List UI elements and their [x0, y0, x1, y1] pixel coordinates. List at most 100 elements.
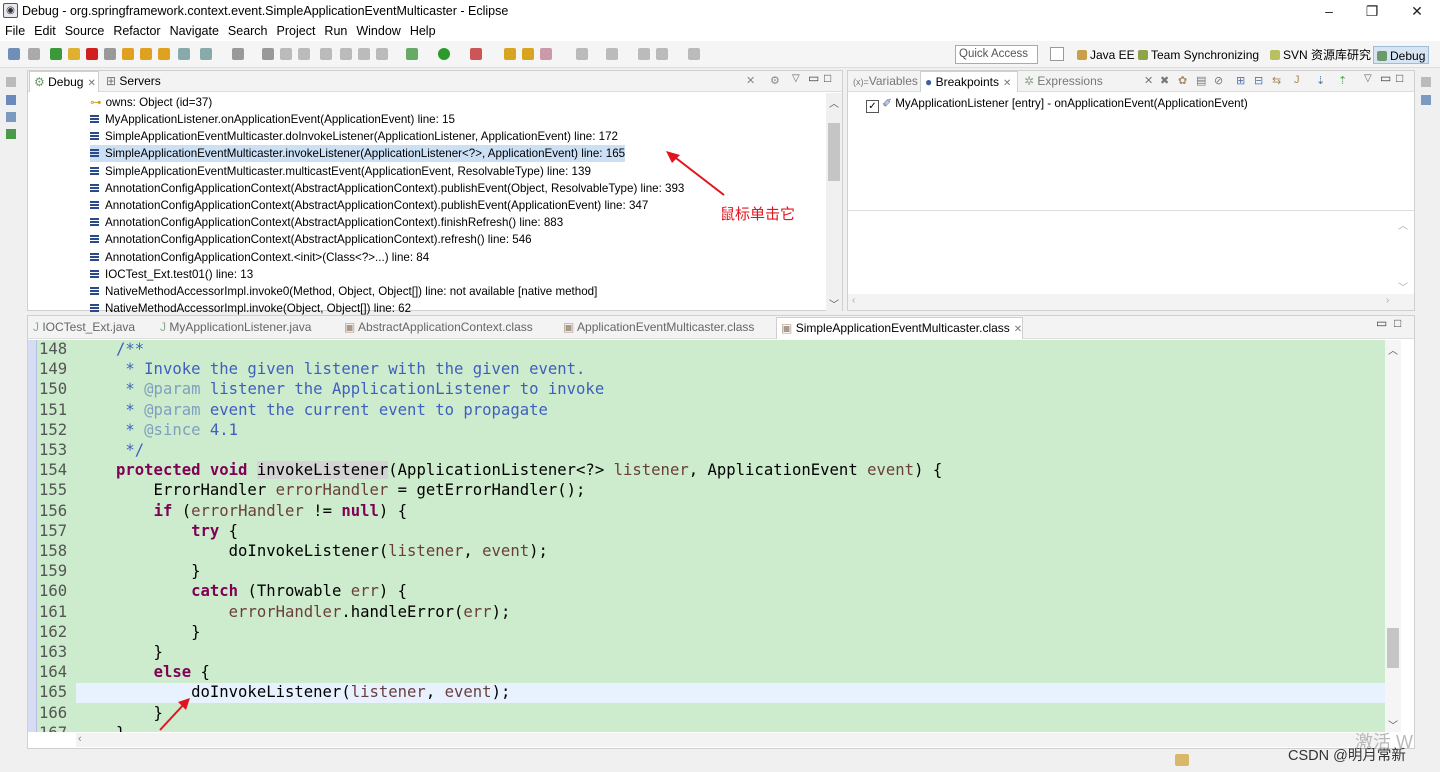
menu-edit[interactable]: Edit	[30, 22, 60, 41]
tab-myapplicationlistener[interactable]: J MyApplicationListener.java	[156, 317, 311, 338]
print-icon[interactable]	[280, 48, 292, 60]
open-perspective-icon[interactable]	[1050, 47, 1064, 61]
owns-monitor-line[interactable]: ⊶ owns: Object (id=37)	[90, 94, 212, 111]
step-over-icon[interactable]	[140, 48, 152, 60]
annotation-icon[interactable]	[576, 48, 588, 60]
details-scroll-up-icon[interactable]: ︿	[1398, 217, 1408, 232]
debug-icon[interactable]	[406, 48, 418, 60]
tab-applicationeventmulticaster[interactable]: ▣ ApplicationEventMulticaster.class	[559, 317, 754, 338]
stack-frame-publishevent-object[interactable]: AnnotationConfigApplicationContext(Abstr…	[90, 180, 684, 197]
toolbar-icon-a[interactable]	[298, 48, 310, 60]
code-editor[interactable]: 148/** 149 * Invoke the given listener wi…	[28, 340, 1385, 732]
stack-frame-doinvokelistener[interactable]: SimpleApplicationEventMulticaster.doInvo…	[90, 128, 618, 145]
editor-hscroll[interactable]: ‹	[76, 733, 1385, 747]
remove-breakpoint-icon[interactable]: ✕	[1144, 74, 1153, 87]
skip-all-icon[interactable]: ⊘	[1214, 74, 1223, 87]
expand-all-icon[interactable]: ⊞	[1236, 74, 1245, 87]
toolbar-icon-c[interactable]	[340, 48, 352, 60]
remove-all-breakpoints-icon[interactable]: ✖	[1160, 74, 1169, 87]
perspective-svn[interactable]: SVN 资源库研究	[1267, 46, 1374, 64]
save-icon[interactable]	[262, 48, 274, 60]
stack-frame-init[interactable]: AnnotationConfigApplicationContext.<init…	[90, 249, 429, 266]
skip-breakpoints-icon[interactable]	[28, 48, 40, 60]
menu-window[interactable]: Window	[352, 22, 404, 41]
details-scroll-down-icon[interactable]: ﹀	[1398, 279, 1408, 294]
step-return-icon[interactable]	[158, 48, 170, 60]
maximize-view-icon[interactable]: □	[1394, 316, 1401, 330]
go-to-file-icon[interactable]: ▤	[1196, 74, 1206, 87]
menu-refactor[interactable]: Refactor	[109, 22, 164, 41]
scroll-left-icon[interactable]: ‹	[78, 733, 82, 745]
menu-source[interactable]: Source	[61, 22, 109, 41]
suspend-icon[interactable]	[68, 48, 80, 60]
close-window-button[interactable]: ✕	[1394, 0, 1440, 22]
tab-simpleapplicationeventmulticaster[interactable]: ▣ SimpleApplicationEventMulticaster.clas…	[776, 317, 1024, 339]
toolbar-icon-e[interactable]	[376, 48, 388, 60]
minimize-button[interactable]: –	[1306, 0, 1352, 22]
tab-breakpoints[interactable]: ● Breakpoints ✕	[920, 71, 1018, 92]
scroll-down-icon[interactable]: ﹀	[829, 296, 839, 311]
import-breakpoints-icon[interactable]: ⇣	[1316, 74, 1325, 87]
perspective-java-ee[interactable]: Java EE	[1074, 46, 1138, 64]
external-tools-icon[interactable]	[470, 48, 482, 60]
forward-icon[interactable]	[656, 48, 668, 60]
remove-terminated-icon[interactable]: ✕	[746, 74, 755, 87]
menu-project[interactable]: Project	[273, 22, 320, 41]
maximize-view-icon[interactable]: □	[824, 71, 831, 85]
outline-icon[interactable]	[6, 129, 16, 139]
export-breakpoints-icon[interactable]: ⇡	[1338, 74, 1347, 87]
tab-debug[interactable]: ⚙ Debug ✕	[29, 71, 99, 92]
close-icon[interactable]: ✕	[1003, 78, 1011, 89]
toolbar-icon-b[interactable]	[320, 48, 332, 60]
minimize-view-icon[interactable]: ▭	[1376, 316, 1387, 330]
scroll-left-icon[interactable]: ‹	[852, 295, 855, 306]
minimize-view-icon[interactable]: ▭	[808, 71, 819, 85]
quick-access-input[interactable]: Quick Access	[955, 45, 1038, 64]
new-server-icon[interactable]	[232, 48, 244, 60]
perspective-team-sync[interactable]: Team Synchronizing	[1135, 46, 1262, 64]
restore-button[interactable]: ❐	[1349, 0, 1395, 22]
stack-frame-refresh[interactable]: AnnotationConfigApplicationContext(Abstr…	[90, 231, 532, 248]
menu-navigate[interactable]: Navigate	[166, 22, 223, 41]
link-with-debug-icon[interactable]: ⇆	[1272, 74, 1281, 87]
menu-run[interactable]: Run	[320, 22, 351, 41]
add-java-exception-icon[interactable]: J	[1294, 74, 1300, 86]
step-into-icon[interactable]	[122, 48, 134, 60]
stack-frame-multicastevent[interactable]: SimpleApplicationEventMulticaster.multic…	[90, 163, 591, 180]
menu-help[interactable]: Help	[406, 22, 440, 41]
stack-frame-onapplicationevent[interactable]: MyApplicationListener.onApplicationEvent…	[90, 111, 455, 128]
run-icon[interactable]	[438, 48, 450, 60]
maximize-view-icon[interactable]: □	[1396, 71, 1403, 85]
outline-view-icon[interactable]	[1421, 95, 1431, 105]
restore-view-icon[interactable]	[6, 77, 16, 87]
status-icon[interactable]	[1175, 754, 1189, 766]
perspective-debug[interactable]: Debug	[1373, 46, 1430, 64]
scroll-up-icon[interactable]: ︿	[829, 95, 839, 110]
back-icon[interactable]	[638, 48, 650, 60]
stack-frame-invokelistener[interactable]: SimpleApplicationEventMulticaster.invoke…	[90, 145, 626, 163]
stack-frame-finishrefresh[interactable]: AnnotationConfigApplicationContext(Abstr…	[90, 214, 563, 231]
resume-icon[interactable]	[50, 48, 62, 60]
minimize-view-icon[interactable]: ▭	[1380, 71, 1391, 85]
menu-file[interactable]: File	[1, 22, 29, 41]
details-hscroll[interactable]: ‹ ›	[848, 294, 1414, 310]
breakpoint-item[interactable]: ✓ ✐ MyApplicationListener [entry] - onAp…	[866, 95, 1248, 113]
tab-variables[interactable]: (x)=Variables	[849, 71, 919, 92]
chevron-down-icon[interactable]: ▽	[1364, 73, 1372, 84]
console-icon[interactable]	[6, 95, 16, 105]
tab-servers[interactable]: ⊞ Servers	[102, 71, 172, 92]
restore-right-icon[interactable]	[1421, 77, 1431, 87]
tab-expressions[interactable]: ✲ Expressions	[1020, 71, 1110, 92]
next-annotation-icon[interactable]	[606, 48, 618, 60]
history-icon[interactable]	[688, 48, 700, 60]
tab-ioctest-ext[interactable]: J IOCTest_Ext.java	[29, 317, 135, 338]
stack-frame-test01[interactable]: IOCTest_Ext.test01() line: 13	[90, 266, 253, 283]
menu-search[interactable]: Search	[224, 22, 272, 41]
open-task-icon[interactable]	[522, 48, 534, 60]
toolbar-icon-d[interactable]	[358, 48, 370, 60]
stack-frame-publishevent-event[interactable]: AnnotationConfigApplicationContext(Abstr…	[90, 197, 648, 214]
new-icon[interactable]	[8, 48, 20, 60]
debug-scrollbar[interactable]: ︿ ﹀	[826, 93, 842, 311]
drop-to-frame-icon[interactable]	[178, 48, 190, 60]
editor-vscroll[interactable]: ︿ ﹀	[1385, 340, 1401, 732]
